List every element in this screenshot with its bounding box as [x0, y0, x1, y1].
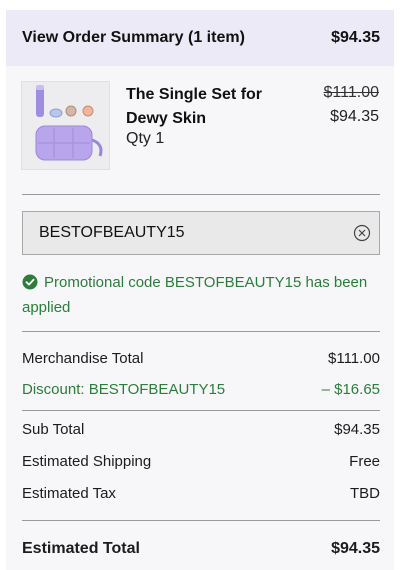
- discount-row: Discount: BESTOFBEAUTY15 – $16.65: [22, 381, 380, 398]
- estimated-total-value: $94.35: [331, 540, 380, 557]
- estimated-total-row: Estimated Total $94.35: [22, 540, 380, 558]
- check-circle-icon: [22, 274, 38, 297]
- divider: [22, 410, 380, 411]
- subtotal-label: Sub Total: [22, 421, 85, 438]
- order-summary-title: View Order Summary (1 item): [22, 29, 245, 46]
- merchandise-total-value: $111.00: [328, 350, 380, 367]
- current-price: $94.35: [330, 108, 379, 125]
- divider: [22, 194, 380, 195]
- shipping-label: Estimated Shipping: [22, 453, 152, 470]
- estimated-total-label: Estimated Total: [22, 540, 140, 557]
- merchandise-total-row: Merchandise Total $111.00: [22, 350, 380, 367]
- product-image: [21, 81, 110, 170]
- product-name[interactable]: The Single Set for Dewy Skin: [126, 83, 262, 131]
- merchandise-total-label: Merchandise Total: [22, 350, 144, 367]
- promo-success-message: Promotional code BESTOFBEAUTY15 has been…: [22, 272, 378, 319]
- order-summary-toggle[interactable]: View Order Summary (1 item) $94.35: [6, 10, 394, 66]
- promo-success-text: Promotional code BESTOFBEAUTY15 has been…: [22, 274, 368, 316]
- original-price: $111.00: [323, 84, 379, 101]
- product-name-line-1: The Single Set for: [126, 86, 263, 103]
- product-name-line-2: Dewy Skin: [126, 110, 207, 127]
- subtotal-row: Sub Total $94.35: [22, 421, 380, 438]
- discount-value: – $16.65: [321, 381, 380, 398]
- tax-row: Estimated Tax TBD: [22, 485, 380, 502]
- tax-label: Estimated Tax: [22, 485, 116, 502]
- promo-code-field[interactable]: BESTOFBEAUTY15: [22, 211, 380, 255]
- order-summary-total: $94.35: [331, 29, 380, 46]
- divider: [22, 331, 380, 332]
- divider: [22, 520, 380, 521]
- product-quantity: Qty 1: [126, 130, 165, 147]
- subtotal-value: $94.35: [334, 421, 380, 438]
- promo-code-value: BESTOFBEAUTY15: [39, 224, 185, 241]
- shipping-value: Free: [349, 453, 380, 470]
- tax-value: TBD: [350, 485, 380, 502]
- clear-circle-x-icon[interactable]: [353, 224, 371, 242]
- discount-label: Discount: BESTOFBEAUTY15: [22, 381, 226, 398]
- shipping-row: Estimated Shipping Free: [22, 453, 380, 470]
